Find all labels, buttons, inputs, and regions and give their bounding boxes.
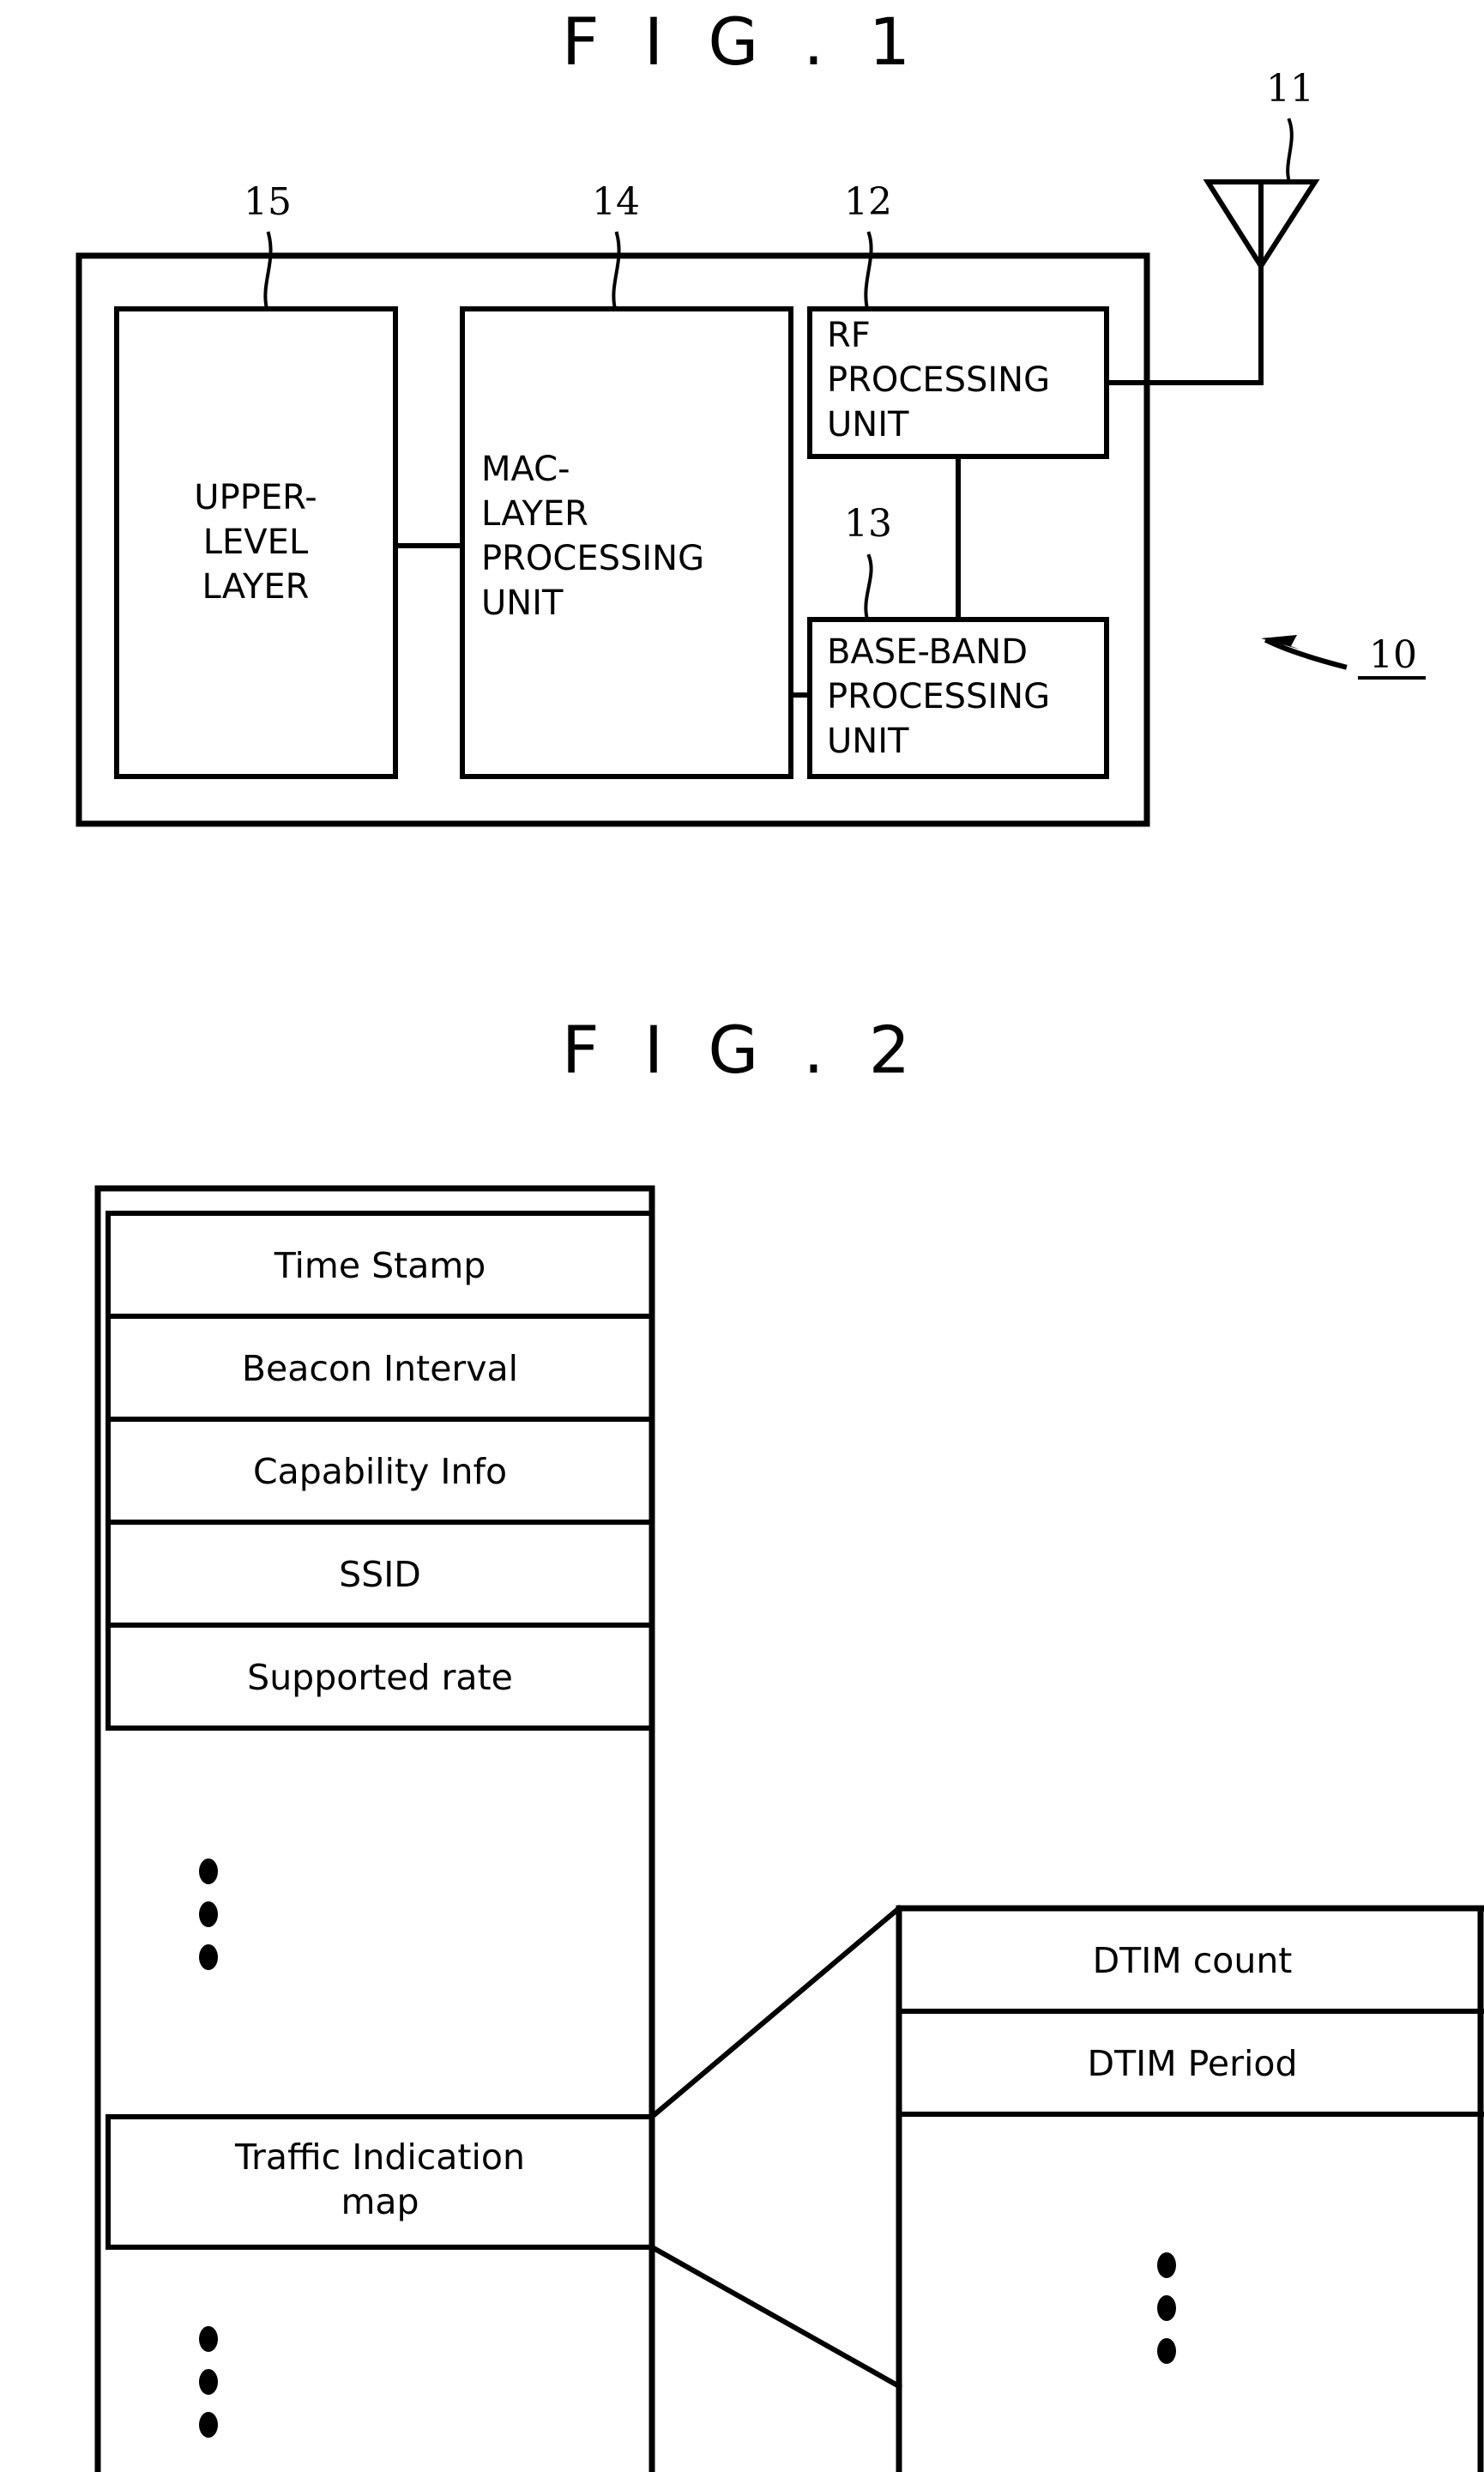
frame-ellipsis-lower: [199, 2326, 218, 2438]
block-mac-layer-line-3: PROCESSING: [481, 539, 704, 578]
frame-row-ssid-label: SSID: [339, 1554, 421, 1595]
block-upper-level-layer-line-1: UPPER-: [194, 478, 317, 517]
block-base-band-line-1: BASE-BAND: [827, 632, 1028, 672]
figures-canvas: F I G . 1 15 14 12 13 11 10 UPPER- LEVEL…: [0, 0, 1484, 2472]
block-rf-line-2: PROCESSING: [827, 360, 1050, 400]
patent-drawing-sheet: F I G . 1 15 14 12 13 11 10 UPPER- LEVEL…: [0, 0, 1484, 2472]
block-upper-level-layer-line-3: LAYER: [202, 567, 310, 607]
frame-row-tim-label-line-2: map: [341, 2181, 419, 2222]
ref-number-10: 10: [1369, 633, 1417, 677]
frame-row-capability-info-label: Capability Info: [253, 1451, 507, 1492]
ref-number-13: 13: [844, 502, 892, 546]
detail-row-dtim-count-label: DTIM count: [1093, 1940, 1293, 1981]
block-upper-level-layer-line-2: LEVEL: [203, 523, 309, 562]
detail-ellipsis: [1157, 2252, 1176, 2364]
frame-row-tim-label-line-1: Traffic Indication: [234, 2137, 525, 2178]
detail-row-dtim-period-label: DTIM Period: [1088, 2043, 1298, 2084]
block-mac-layer-line-1: MAC-: [481, 450, 570, 489]
block-rf-line-1: RF: [827, 316, 871, 355]
frame-ellipsis-upper: [199, 1859, 218, 1970]
frame-row-time-stamp-label: Time Stamp: [274, 1245, 486, 1286]
ref-number-15: 15: [244, 180, 292, 224]
figure-2-title: F I G . 2: [562, 1012, 922, 1088]
block-rf-line-3: UNIT: [827, 405, 909, 444]
block-base-band-line-2: PROCESSING: [827, 677, 1050, 716]
block-mac-layer-line-2: LAYER: [481, 494, 588, 534]
block-mac-layer-line-4: UNIT: [481, 583, 564, 623]
block-base-band-line-3: UNIT: [827, 722, 909, 761]
ref-number-14: 14: [592, 180, 640, 224]
ref-number-12: 12: [844, 180, 892, 224]
ref-number-11: 11: [1266, 67, 1314, 111]
figure-1-title: F I G . 1: [562, 3, 922, 80]
frame-row-beacon-interval-label: Beacon Interval: [242, 1348, 518, 1389]
frame-row-supported-rate-label: Supported rate: [247, 1657, 513, 1698]
